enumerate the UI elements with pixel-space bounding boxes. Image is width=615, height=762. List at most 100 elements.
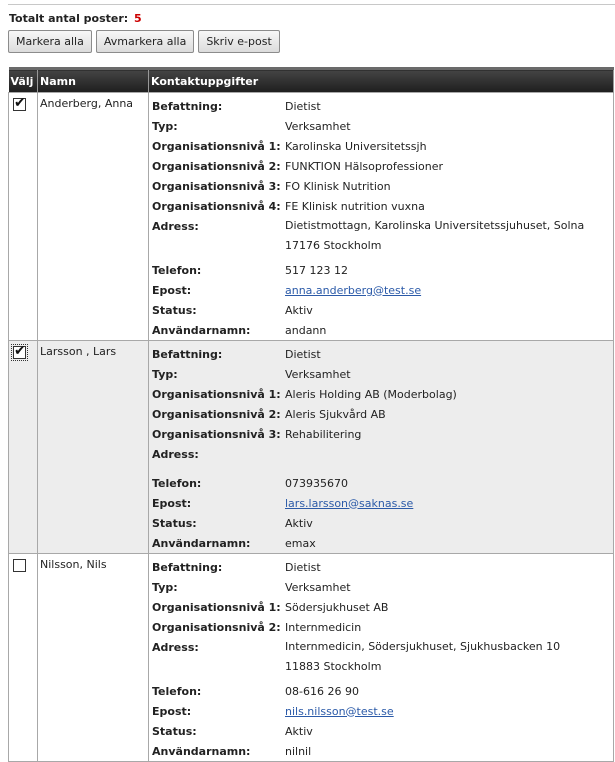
contact-details: Befattning: Dietist Typ: Verksamhet Organi… bbox=[152, 344, 457, 553]
total-records: Totalt antal poster: 5 bbox=[9, 12, 142, 25]
write-email-button[interactable]: Skriv e-post bbox=[198, 30, 280, 53]
phone-value: 073935670 bbox=[285, 476, 348, 490]
title-label: Befattning: bbox=[152, 347, 223, 361]
checkmark-icon: ✔ bbox=[14, 95, 26, 111]
contact-name: Nilsson, Nils bbox=[40, 558, 107, 571]
org1-label: Organisationsnivå 1: bbox=[152, 139, 281, 153]
org1-value: Aleris Holding AB (Moderbolag) bbox=[285, 387, 457, 401]
select-checkbox[interactable] bbox=[13, 559, 26, 572]
org2-label: Organisationsnivå 2: bbox=[152, 407, 281, 421]
name-cell: Nilsson, Nils bbox=[37, 553, 149, 762]
title-label: Befattning: bbox=[152, 99, 223, 113]
type-label: Typ: bbox=[152, 580, 178, 594]
org2-value: FUNKTION Hälsoprofessioner bbox=[285, 159, 443, 173]
name-cell: Larsson , Lars bbox=[37, 340, 149, 554]
org3-label: Organisationsnivå 3: bbox=[152, 179, 281, 193]
title-value: Dietist bbox=[285, 347, 321, 361]
status-value: Aktiv bbox=[285, 724, 313, 738]
column-header-contact[interactable]: Kontaktuppgifter bbox=[148, 67, 614, 93]
select-all-button[interactable]: Markera alla bbox=[8, 30, 92, 53]
type-label: Typ: bbox=[152, 367, 178, 381]
username-label: Användarnamn: bbox=[152, 323, 251, 337]
org1-value: Karolinska Universitetssjh bbox=[285, 139, 427, 153]
email-link[interactable]: anna.anderberg@test.se bbox=[285, 284, 421, 297]
column-header-name[interactable]: Namn bbox=[37, 67, 149, 93]
username-value: nilnil bbox=[285, 744, 312, 758]
org2-value: Internmedicin bbox=[285, 620, 362, 634]
contact-name: Anderberg, Anna bbox=[40, 97, 134, 110]
org4-label: Organisationsnivå 4: bbox=[152, 199, 281, 213]
contact-details: Befattning: Dietist Typ: Verksamhet Organi… bbox=[152, 557, 560, 761]
username-value: andann bbox=[285, 323, 327, 337]
email-link[interactable]: lars.larsson@saknas.se bbox=[285, 497, 413, 510]
username-value: emax bbox=[285, 536, 316, 550]
email-label: Epost: bbox=[152, 283, 192, 297]
type-value: Verksamhet bbox=[285, 119, 351, 133]
org3-label: Organisationsnivå 3: bbox=[152, 427, 281, 441]
address-label: Adress: bbox=[152, 448, 199, 461]
contact-cell: Befattning: Dietist Typ: Verksamhet Organi… bbox=[148, 553, 614, 762]
status-value: Aktiv bbox=[285, 303, 313, 317]
phone-label: Telefon: bbox=[152, 263, 202, 277]
email-label: Epost: bbox=[152, 704, 192, 718]
address-line: Dietistmottagn, Karolinska Universitetss… bbox=[285, 219, 585, 232]
email-label: Epost: bbox=[152, 496, 192, 510]
status-label: Status: bbox=[152, 303, 197, 317]
total-records-count: 5 bbox=[134, 12, 142, 25]
contacts-table: Välj Namn Kontaktuppgifter ✔ Anderberg, … bbox=[8, 67, 614, 762]
type-label: Typ: bbox=[152, 119, 178, 133]
action-toolbar: Markera alla Avmarkera alla Skriv e-post bbox=[8, 30, 284, 53]
table-row: Nilsson, Nils Befattning: Dietist Typ: Ver… bbox=[8, 553, 614, 762]
address-line: 17176 Stockholm bbox=[285, 239, 382, 252]
phone-label: Telefon: bbox=[152, 684, 202, 698]
title-value: Dietist bbox=[285, 560, 321, 574]
org3-value: FO Klinisk Nutrition bbox=[285, 179, 391, 193]
status-label: Status: bbox=[152, 724, 197, 738]
type-value: Verksamhet bbox=[285, 580, 351, 594]
address-value: Internmedicin, Södersjukhuset, Sjukhusba… bbox=[285, 637, 560, 681]
phone-value: 08-616 26 90 bbox=[285, 684, 359, 698]
org1-value: Södersjukhuset AB bbox=[285, 600, 389, 614]
type-value: Verksamhet bbox=[285, 367, 351, 381]
table-row: ✔ Anderberg, Anna Befattning: Dietist Typ… bbox=[8, 92, 614, 341]
address-value bbox=[285, 444, 457, 473]
org2-label: Organisationsnivå 2: bbox=[152, 159, 281, 173]
email-link[interactable]: nils.nilsson@test.se bbox=[285, 705, 394, 718]
contact-cell: Befattning: Dietist Typ: Verksamhet Organi… bbox=[148, 340, 614, 554]
select-cell bbox=[8, 553, 38, 762]
top-divider bbox=[8, 4, 615, 5]
address-value: Dietistmottagn, Karolinska Universitetss… bbox=[285, 216, 584, 260]
checkmark-icon: ✔ bbox=[14, 343, 26, 359]
deselect-all-button[interactable]: Avmarkera alla bbox=[95, 30, 195, 53]
status-value: Aktiv bbox=[285, 516, 313, 530]
org4-value: FE Klinisk nutrition vuxna bbox=[285, 199, 425, 213]
contact-details: Befattning: Dietist Typ: Verksamhet Organi… bbox=[152, 96, 584, 340]
status-label: Status: bbox=[152, 516, 197, 530]
title-label: Befattning: bbox=[152, 560, 223, 574]
select-cell: ✔ bbox=[8, 340, 38, 554]
address-line: Internmedicin, Södersjukhuset, Sjukhusba… bbox=[285, 640, 561, 653]
org1-label: Organisationsnivå 1: bbox=[152, 600, 281, 614]
column-header-select[interactable]: Välj bbox=[8, 67, 38, 93]
username-label: Användarnamn: bbox=[152, 744, 251, 758]
username-label: Användarnamn: bbox=[152, 536, 251, 550]
contact-name: Larsson , Lars bbox=[40, 345, 117, 358]
select-cell: ✔ bbox=[8, 92, 38, 341]
phone-label: Telefon: bbox=[152, 476, 202, 490]
contact-cell: Befattning: Dietist Typ: Verksamhet Organi… bbox=[148, 92, 614, 341]
table-row: ✔ Larsson , Lars Befattning: Dietist Typ:… bbox=[8, 340, 614, 554]
total-records-label: Totalt antal poster: bbox=[9, 12, 129, 25]
address-label: Adress: bbox=[152, 641, 199, 654]
select-checkbox[interactable]: ✔ bbox=[13, 95, 26, 111]
address-line: 11883 Stockholm bbox=[285, 660, 382, 673]
title-value: Dietist bbox=[285, 99, 321, 113]
table-header: Välj Namn Kontaktuppgifter bbox=[8, 67, 614, 93]
name-cell: Anderberg, Anna bbox=[37, 92, 149, 341]
org2-value: Aleris Sjukvård AB bbox=[285, 407, 386, 421]
org1-label: Organisationsnivå 1: bbox=[152, 387, 281, 401]
phone-value: 517 123 12 bbox=[285, 263, 348, 277]
address-label: Adress: bbox=[152, 220, 199, 233]
org3-value: Rehabilitering bbox=[285, 427, 362, 441]
select-checkbox[interactable]: ✔ bbox=[11, 343, 28, 361]
org2-label: Organisationsnivå 2: bbox=[152, 620, 281, 634]
